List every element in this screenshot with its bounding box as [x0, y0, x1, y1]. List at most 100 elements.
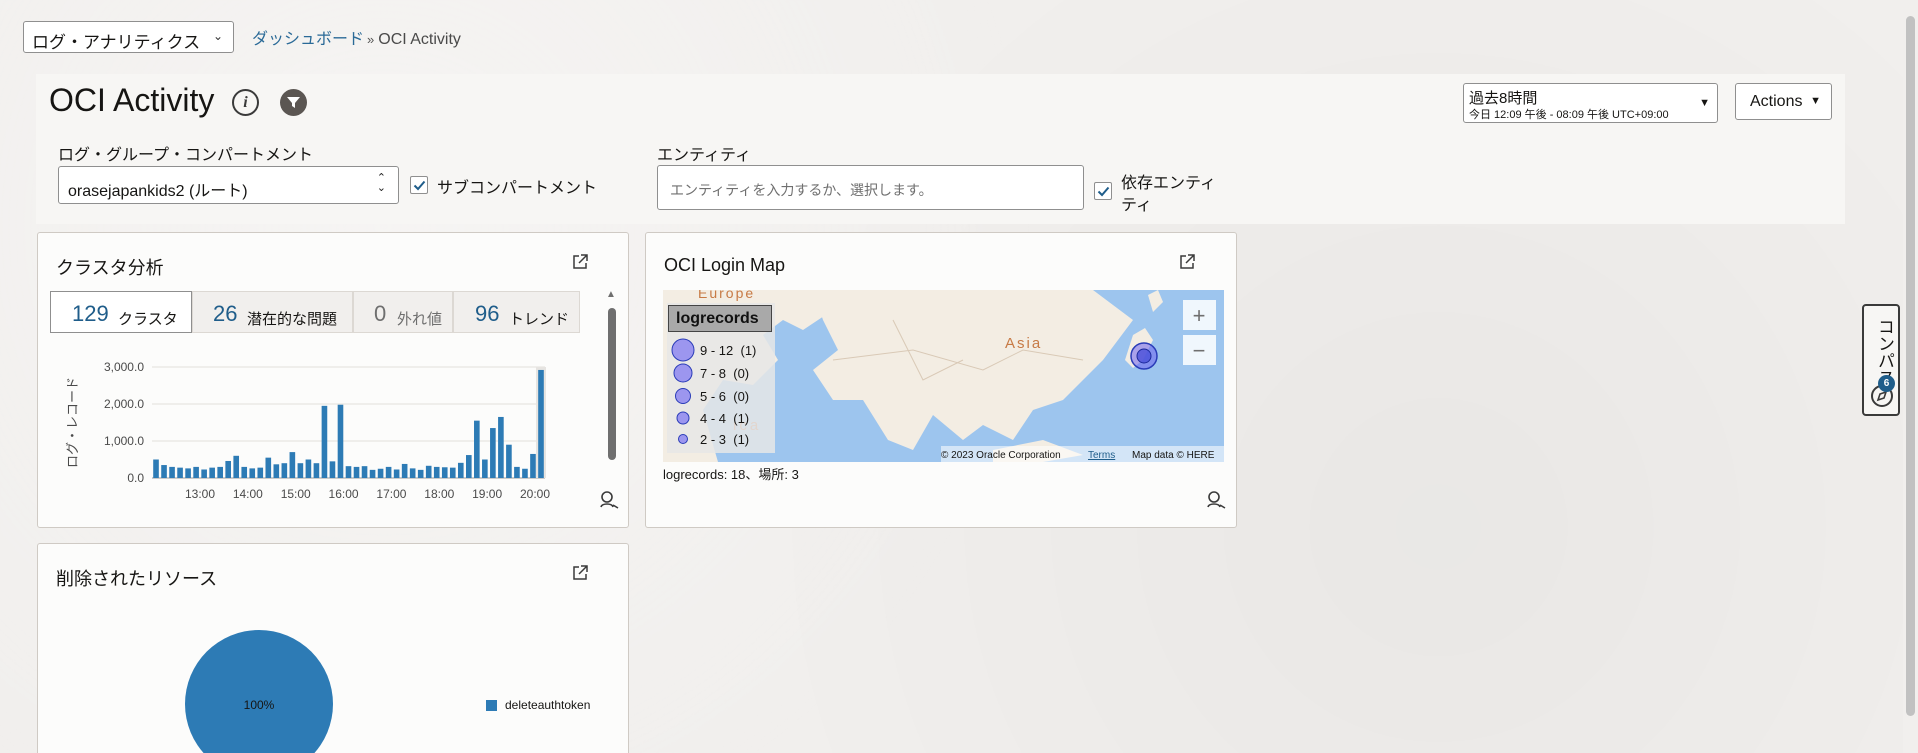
bar[interactable] — [313, 463, 320, 478]
bar[interactable] — [297, 463, 304, 478]
bar[interactable] — [273, 464, 280, 478]
external-link-icon[interactable] — [571, 564, 589, 582]
bar[interactable] — [177, 467, 183, 478]
bar[interactable] — [249, 468, 256, 478]
bar[interactable] — [153, 459, 159, 479]
bar[interactable] — [305, 459, 312, 479]
scroll-up-icon[interactable]: ▲ — [606, 289, 616, 300]
map-zoom-in[interactable]: + — [1193, 303, 1206, 328]
y-axis-title: ログ・レコード — [65, 377, 80, 468]
bar[interactable] — [385, 466, 392, 478]
breadcrumb-dashboard-link[interactable]: ダッシュボード — [252, 31, 364, 48]
bar[interactable] — [209, 467, 215, 478]
bar[interactable] — [353, 466, 360, 478]
x-tick-label: 14:00 — [233, 487, 263, 501]
bar[interactable] — [185, 468, 191, 478]
bar[interactable] — [417, 469, 424, 478]
bar[interactable] — [457, 462, 464, 478]
bar[interactable] — [161, 465, 167, 478]
compartment-select[interactable]: orasejapankids2 (ルート) ⌃ ⌄ — [58, 166, 399, 204]
card-scrollbar-thumb[interactable] — [608, 308, 616, 460]
bar[interactable] — [233, 455, 240, 478]
cluster-bar-chart: ログ・レコード 0.0 1,000.0 2,000.0 3,000.0 13:00 14:0… — [65, 360, 550, 501]
y-tick-label: 2,000.0 — [104, 397, 144, 411]
bar[interactable] — [498, 416, 504, 478]
bar[interactable] — [369, 469, 376, 478]
cluster-card-title: クラスタ分析 — [56, 258, 164, 278]
bar[interactable] — [490, 428, 496, 478]
bar[interactable] — [265, 457, 272, 478]
search-user-icon[interactable] — [598, 489, 620, 516]
bar[interactable] — [257, 467, 264, 478]
bar[interactable] — [169, 466, 175, 478]
bar[interactable] — [425, 465, 432, 478]
breadcrumb-separator: » — [367, 32, 375, 47]
external-link-icon[interactable] — [571, 253, 589, 271]
y-tick-label: 3,000.0 — [104, 360, 144, 374]
bar[interactable] — [474, 420, 480, 478]
tab-clusters[interactable]: 129 クラスタ — [50, 291, 192, 333]
page-title: OCI Activity — [49, 82, 215, 118]
compass-panel-toggle[interactable]: コンパス — [1862, 304, 1900, 416]
sub-compartment-checkbox[interactable] — [410, 176, 428, 194]
filter-icon[interactable] — [280, 89, 307, 116]
pie-slice[interactable] — [185, 630, 333, 753]
legend-count: (0) — [733, 366, 750, 381]
dependent-entity-checkbox[interactable] — [1094, 182, 1112, 200]
bar[interactable] — [522, 468, 528, 478]
page-scrollbar-thumb[interactable] — [1906, 16, 1915, 716]
tab-count: 96 — [475, 301, 500, 326]
bar[interactable] — [401, 463, 408, 478]
x-tick-label: 19:00 — [472, 487, 502, 501]
bar[interactable] — [530, 453, 536, 478]
tab-trends[interactable]: 96 トレンド — [453, 291, 580, 333]
dependent-entity-label-2: ティ — [1121, 197, 1153, 214]
tab-potential-issues[interactable]: 26 潜在的な問題 — [192, 291, 353, 333]
bar[interactable] — [241, 466, 248, 478]
search-user-icon[interactable] — [1205, 489, 1227, 516]
tab-outliers[interactable]: 0 外れ値 — [353, 291, 453, 333]
y-tick-label: 0.0 — [127, 471, 144, 485]
bar[interactable] — [289, 452, 296, 478]
x-tick-label: 20:00 — [520, 487, 550, 501]
bar[interactable] — [377, 468, 384, 478]
x-tick-label: 13:00 — [185, 487, 215, 501]
bar[interactable] — [337, 404, 344, 478]
actions-button[interactable]: Actions ▼ — [1735, 83, 1832, 120]
bar[interactable] — [281, 463, 288, 478]
map-zoom-out[interactable]: − — [1193, 338, 1206, 363]
pie-legend-label: deleteauthtoken — [505, 698, 591, 712]
bar[interactable] — [449, 467, 456, 478]
external-link-icon[interactable] — [1178, 253, 1196, 271]
bar[interactable] — [393, 469, 400, 478]
map-terms-link[interactable]: Terms — [1088, 450, 1115, 461]
bar[interactable] — [201, 469, 207, 478]
bar[interactable] — [465, 455, 472, 478]
map-marker-small[interactable] — [1136, 348, 1152, 364]
bar[interactable] — [506, 444, 512, 478]
legend-row: 7 - 8 (0) — [700, 366, 749, 381]
bar[interactable] — [345, 466, 352, 478]
bar[interactable] — [329, 461, 336, 478]
bar[interactable] — [193, 466, 199, 478]
bar[interactable] — [538, 369, 544, 478]
entity-input[interactable]: エンティティを入力するか、選択します。 — [657, 165, 1084, 210]
bar[interactable] — [225, 460, 232, 478]
bar[interactable] — [409, 468, 416, 478]
breadcrumb-current: OCI Activity — [378, 31, 461, 48]
app-selector[interactable]: ログ・アナリティクス ⌄ — [23, 21, 234, 53]
bar[interactable] — [361, 466, 368, 478]
time-range-select[interactable]: 過去8時間 今日 12:09 午後 - 08:09 午後 UTC+09:00 ▼ — [1463, 83, 1718, 123]
bar[interactable] — [482, 459, 488, 479]
y-tick-label: 1,000.0 — [104, 434, 144, 448]
bar[interactable] — [441, 467, 448, 478]
legend-row: 4 - 4 (1) — [700, 411, 749, 426]
legend-range: 9 - 12 — [700, 343, 734, 358]
legend-row: 9 - 12 (1) — [700, 343, 756, 358]
bar[interactable] — [433, 466, 440, 478]
bar[interactable] — [217, 466, 223, 478]
bar[interactable] — [321, 405, 328, 478]
bar[interactable] — [514, 466, 520, 478]
entity-placeholder: エンティティを入力するか、選択します。 — [670, 182, 933, 198]
info-icon[interactable]: i — [232, 89, 259, 116]
